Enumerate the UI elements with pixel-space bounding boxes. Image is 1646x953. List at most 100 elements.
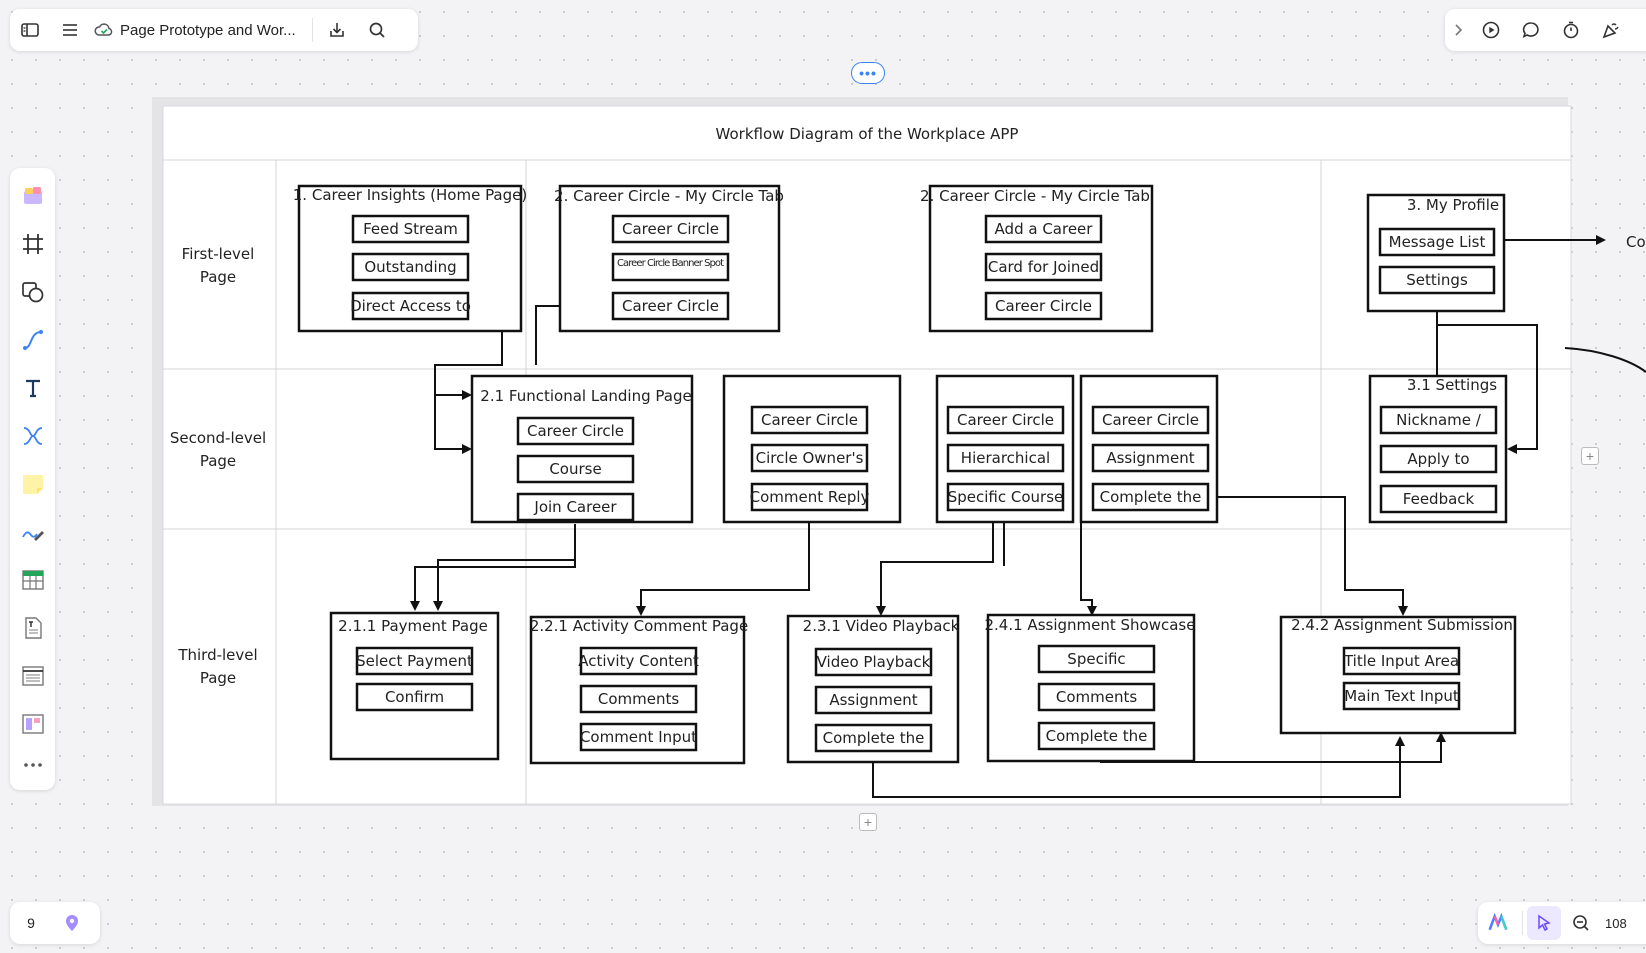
document-icon [24,617,42,639]
node-item-label: Comment Input [580,728,697,746]
node-item-label: Join Career [533,498,617,516]
plus-icon: + [1585,448,1595,464]
tool-connector[interactable] [13,318,53,362]
tool-list[interactable] [13,654,53,698]
node-item-label: Assignment [829,691,917,709]
page-count[interactable]: 9 [10,915,52,931]
node-item-label: Confirm [385,688,444,706]
node-item-label: Apply to [1407,450,1469,468]
add-row-button[interactable]: + [859,813,877,831]
tool-shapes[interactable] [13,270,53,314]
layout-icon [21,714,44,734]
node-title: 3. My Profile [1407,196,1499,214]
left-tool-panel [10,168,55,790]
node-item-label: Career Circle [957,411,1054,429]
zoom-level[interactable]: 108 [1605,916,1627,931]
node-item-label: Card for Joined [988,258,1099,276]
document-title[interactable]: Page Prototype and Wor... [120,22,296,39]
top-right-toolbar [1445,9,1646,51]
diagram-node-n6[interactable]: Career Circle Circle Owner's Comment Reply [722,374,902,524]
node-item-label: Feedback [1403,490,1475,508]
node-item-label: Career Circle [761,411,858,429]
node-item-label: Career Circle [622,220,719,238]
node-item-label: Main Text Input [1344,687,1459,705]
pen-icon [21,531,44,541]
location-pin-icon [66,915,78,931]
diagram-node-n11[interactable]: 2.2.1 Activity Comment Page Activity Cont… [529,615,748,765]
node-item-label: Nickname / [1396,411,1482,429]
tool-templates[interactable] [13,174,53,218]
diagram-title: Workflow Diagram of the Workplace APP [716,125,1019,143]
search-icon [369,22,385,38]
diagram-node-n3[interactable]: 2. Career Circle - My Circle Tab Add a Ca… [920,184,1154,333]
zoom-out-button[interactable] [1561,902,1601,944]
text-icon [25,379,40,398]
download-button[interactable] [317,9,357,51]
tool-sticky-note[interactable] [13,462,53,506]
node-item-label: Select Payment [356,652,473,670]
node-title: 3.1 Settings [1407,376,1497,394]
diagram-node-n10[interactable]: 2.1.1 Payment Page Select Payment Confirm [329,611,500,761]
list-icon [21,666,44,686]
expand-toolbar-button[interactable] [1445,9,1471,51]
diagram-node-n12[interactable]: 2.3.1 Video Playback Video Playback Assign… [786,614,960,764]
node-item-label: Career Circle [995,297,1092,315]
diagram-node-n4[interactable]: 3. My Profile Message List Settings [1366,193,1506,313]
menu-button[interactable] [50,9,90,51]
node-item-label: Message List [1389,233,1486,251]
tool-document[interactable] [13,606,53,650]
diagram-node-n7[interactable]: Career Circle Hierarchical Specific Course [935,374,1075,524]
diagram-node-n13[interactable]: 2.4.1 Assignment Showcase Specific Comment… [985,613,1196,763]
diagram-node-n8[interactable]: Career Circle Assignment Complete the [1079,374,1219,524]
node-item-label: Career Circle [527,422,624,440]
ai-logo-icon [1488,913,1508,931]
collapse-toolbar-button[interactable]: ••• [851,62,885,84]
diagram-node-n5[interactable]: 2.1 Functional Landing Page Career Circle… [470,374,694,524]
tool-table[interactable] [13,558,53,602]
timer-button[interactable] [1551,9,1591,51]
tool-text[interactable] [13,366,53,410]
node-item-label: Comments [598,690,679,708]
node-item-label: Outstanding [364,258,456,276]
node-title: 2.4.2 Assignment Submission [1291,616,1513,634]
node-item-label: Comments [1056,688,1137,706]
hamburger-icon [63,24,77,36]
celebrate-button[interactable] [1591,9,1631,51]
sidebar-toggle-button[interactable] [10,9,50,51]
diagram-node-n14[interactable]: 2.4.2 Assignment Submission Title Input A… [1279,615,1517,735]
node-item-label: Complete the [823,729,925,747]
tool-more[interactable] [13,750,53,780]
diagram-node-n1[interactable]: 1. Career Insights (Home Page) Feed Strea… [293,184,527,333]
node-title: 2.4.1 Assignment Showcase [985,616,1196,634]
tool-frame[interactable] [13,222,53,266]
shapes-icon [21,282,43,303]
comment-button[interactable] [1511,9,1551,51]
node-item-label: Comment Reply [750,488,870,506]
tool-layout[interactable] [13,702,53,746]
present-button[interactable] [1471,9,1511,51]
plus-icon: + [863,814,873,830]
ai-assistant-button[interactable] [1478,902,1518,944]
node-item-label: Complete the [1046,727,1148,745]
toolbar-divider [1522,911,1523,935]
diagram-canvas[interactable]: Workflow Diagram of the Workplace APP Fi… [0,0,1646,953]
tool-mindmap[interactable] [13,414,53,458]
search-button[interactable] [357,9,397,51]
mindmap-icon [23,427,42,445]
node-title: 2.3.1 Video Playback [803,617,960,635]
node-item-label: Video Playback [817,653,931,671]
node-item-label: Specific Course [948,488,1064,506]
diagram-node-n2[interactable]: 2. Career Circle - My Circle Tab Career C… [554,184,784,333]
location-button[interactable] [52,902,92,944]
more-dots-icon: ••• [859,65,877,81]
select-tool-button[interactable] [1527,906,1561,940]
zoom-out-icon [1573,915,1589,931]
connector-icon [22,330,43,350]
node-item-label: Circle Owner's [756,449,864,467]
top-left-toolbar: Page Prototype and Wor... [10,9,418,51]
diagram-node-n9[interactable]: 3.1 Settings Nickname / Apply to Feedback [1368,374,1508,524]
frame-icon [22,234,43,254]
node-item-label: Hierarchical [961,449,1050,467]
add-column-button[interactable]: + [1581,447,1599,465]
tool-pen[interactable] [13,510,53,554]
